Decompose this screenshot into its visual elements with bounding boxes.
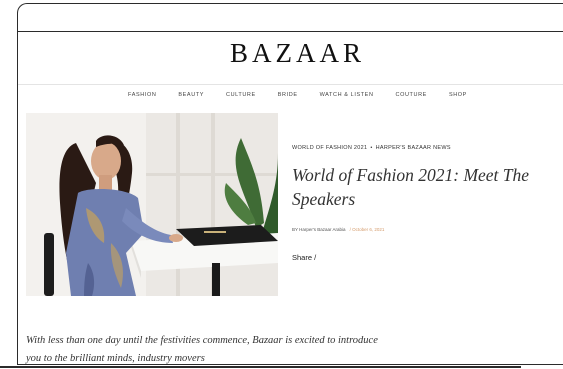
browser-toolbar	[18, 4, 563, 32]
category-link-harpers-news[interactable]: HARPER'S BAZAAR NEWS	[376, 145, 451, 151]
nav-item-culture[interactable]: CULTURE	[226, 92, 256, 98]
nav-item-beauty[interactable]: BEAUTY	[178, 92, 204, 98]
share-button[interactable]: Share /	[292, 253, 316, 262]
author-name[interactable]: BY Harper's Bazaar Arabia	[292, 227, 346, 232]
nav-item-fashion[interactable]: FASHION	[128, 92, 156, 98]
nav-divider	[18, 84, 563, 85]
nav-item-couture[interactable]: COUTURE	[396, 92, 427, 98]
hero-image	[26, 113, 278, 296]
article-categories: WORLD OF FASHION 2021 • HARPER'S BAZAAR NE…	[292, 145, 451, 151]
article-byline: BY Harper's Bazaar Arabia / October 6, 20…	[292, 227, 384, 232]
publish-date: / October 6, 2021	[349, 227, 385, 232]
woman-seated-at-desk-photo	[26, 113, 278, 296]
article-intro: With less than one day until the festivi…	[26, 335, 378, 364]
nav-item-watch-listen[interactable]: WATCH & LISTEN	[320, 92, 374, 98]
nav-item-bride[interactable]: BRIDE	[278, 92, 298, 98]
page-bottom-border	[0, 366, 521, 368]
site-logo[interactable]: BAZAAR	[18, 38, 563, 69]
browser-frame: BAZAAR FASHION BEAUTY CULTURE BRIDE WATC…	[17, 3, 563, 365]
nav-item-shop[interactable]: SHOP	[449, 92, 467, 98]
category-link-world-of-fashion[interactable]: WORLD OF FASHION 2021	[292, 145, 367, 151]
category-separator: •	[370, 145, 373, 151]
main-nav: FASHION BEAUTY CULTURE BRIDE WATCH & LIS…	[18, 92, 563, 98]
article-title: World of Fashion 2021: Meet The Speakers	[292, 165, 530, 209]
